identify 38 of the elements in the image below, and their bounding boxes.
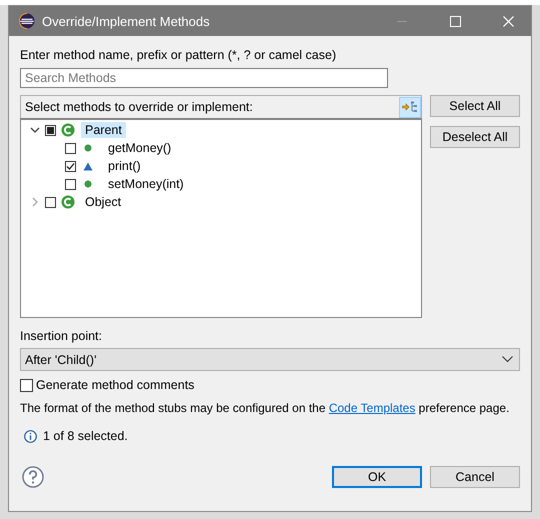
class-icon (61, 123, 75, 137)
dot-icon (84, 180, 92, 188)
maximize-icon[interactable] (450, 16, 460, 26)
triangle-icon (83, 162, 93, 170)
window-title: Override/Implement Methods (42, 14, 211, 28)
dot-icon (84, 144, 92, 152)
note-text: The format of the method stubs may be configured on the Code Templates preference page. (20, 401, 510, 415)
insertion-dropdown[interactable]: After 'Child()' (20, 348, 520, 371)
help-icon[interactable] (22, 466, 44, 488)
checkbox[interactable] (65, 178, 76, 190)
checkbox[interactable] (65, 142, 76, 154)
filter-label: Enter method name, prefix or pattern (*, ? or camel case) (20, 48, 338, 62)
info-icon (24, 430, 37, 442)
checkbox[interactable] (45, 124, 56, 136)
dialog-button[interactable]: OK (332, 466, 422, 488)
class-icon (61, 195, 75, 209)
tree-item[interactable]: print() (104, 158, 145, 174)
chevron-down-icon (502, 356, 513, 363)
group-toggle-button[interactable] (399, 96, 421, 118)
code-templates-link[interactable]: Code Templates (328, 401, 416, 415)
close-icon[interactable] (502, 16, 514, 26)
tree-item[interactable]: Parent (81, 122, 126, 138)
checkbox[interactable] (65, 160, 76, 172)
checkbox[interactable] (20, 378, 33, 392)
status-text: 1 of 8 selected. (43, 429, 128, 443)
side-button[interactable]: Deselect All (430, 126, 520, 148)
tree-item[interactable]: Object (81, 194, 126, 210)
arrow-tree-icon (402, 101, 418, 113)
tree-item[interactable]: getMoney() (104, 140, 176, 156)
tree-item[interactable]: setMoney(int) (104, 176, 188, 192)
side-button[interactable]: Select All (430, 95, 520, 117)
checkbox[interactable] (45, 196, 56, 208)
insertion-label: Insertion point: (20, 329, 103, 343)
dialog-button[interactable]: Cancel (430, 466, 520, 488)
tree-header-label: Select methods to override or implement: (25, 100, 253, 114)
checkbox-label: Generate method comments (36, 378, 194, 392)
search-field[interactable]: Search Methods (20, 68, 388, 88)
app-logo-icon (19, 13, 35, 29)
